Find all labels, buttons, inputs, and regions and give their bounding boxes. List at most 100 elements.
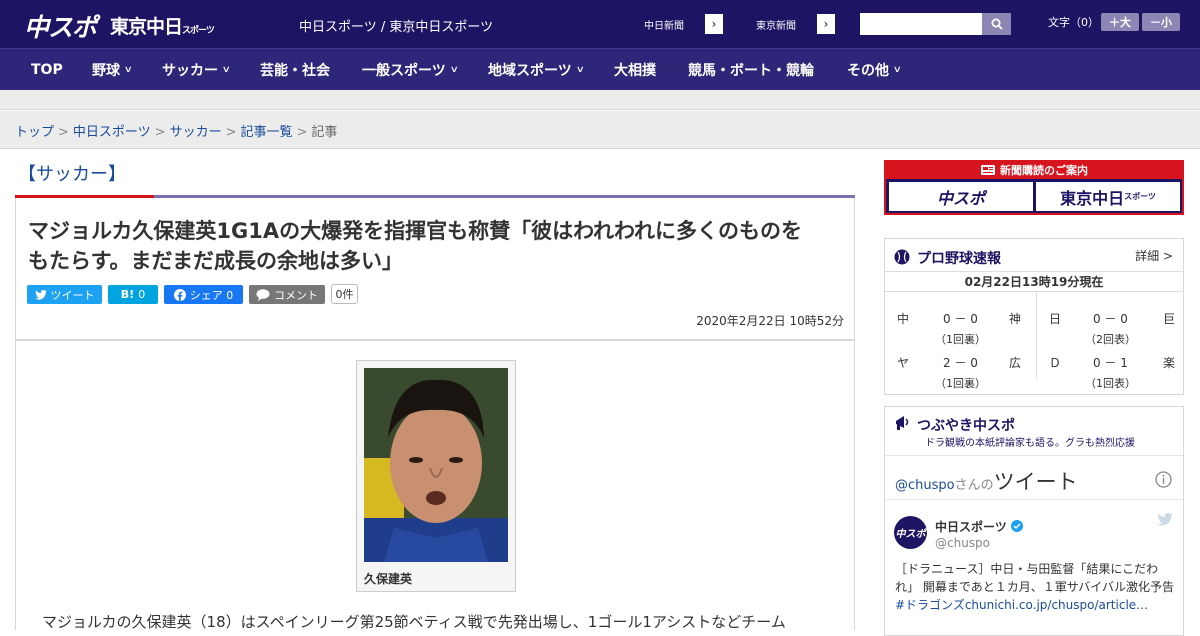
comment-icon (256, 288, 270, 301)
divider (885, 455, 1183, 456)
baseball-detail-link[interactable]: 詳細 > (1135, 247, 1173, 264)
megaphone-icon (896, 416, 909, 430)
tokyo-logo-small: スポーツ (182, 26, 215, 36)
tweets-label: ツイート (993, 470, 1078, 494)
tokyo-logo-text: 東京中日 (110, 16, 183, 38)
chunichi-shimbun-button[interactable]: 中日新聞 › (622, 13, 724, 35)
search-input[interactable] (860, 13, 982, 35)
article-body: 久保建英 マジョルカの久保建英（18）はスペインリーグ第25節ベティス戦で先発出… (15, 340, 855, 631)
player-photo[interactable] (364, 368, 508, 562)
comment-label: コメント (274, 288, 318, 302)
twitter-handle-suffix: さんの (954, 478, 994, 493)
breadcrumb-separator: > (154, 125, 166, 140)
twitter-card: つぶやき中スポ ドラ観戦の本紙評論家も語る。グラも熱烈応援 @chuspoさんの… (884, 406, 1184, 636)
info-icon[interactable] (1155, 471, 1172, 488)
game-score[interactable]: ヤ 2 － 0 広 （1回裏） (885, 349, 1033, 391)
chevron-down-icon: ∨ (123, 65, 133, 75)
nav-item-baseball[interactable]: 野球 ∨ (92, 49, 133, 91)
away-team: 楽 (1163, 356, 1176, 370)
headline-line-1: マジョルカ久保建英1G1Aの大爆発を指揮官も称賛「彼はわれわれに多くのものを (28, 219, 802, 243)
nav-item-racing[interactable]: 競馬・ボート・競輪 (688, 49, 814, 91)
baseball-title: プロ野球速報 (917, 251, 1001, 267)
home-team: Ｄ (1049, 356, 1062, 370)
avatar[interactable]: 中スポ (894, 516, 927, 549)
home-team: ヤ (897, 356, 910, 370)
verified-badge-icon (1010, 520, 1023, 532)
baseball-icon (894, 249, 910, 265)
chevron-right-icon: › (823, 17, 829, 31)
hatena-bookmark-button[interactable]: B! 0 (108, 285, 158, 304)
breadcrumb-separator: > (296, 125, 308, 140)
article-category: 【サッカー】 (18, 164, 126, 185)
nav-item-other[interactable]: その他 ∨ (847, 49, 902, 91)
search-button[interactable] (982, 13, 1011, 35)
article-header-box: マジョルカ久保建英1G1Aの大爆発を指揮官も称賛「彼はわれわれに多くのものを も… (15, 198, 855, 340)
breadcrumb-soccer[interactable]: サッカー (170, 125, 222, 140)
breadcrumb-chunichi-sports[interactable]: 中日スポーツ (73, 125, 151, 140)
breadcrumb-current: 記事 (311, 125, 338, 140)
hatena-count: 0 (138, 288, 146, 301)
hatena-icon: B! (120, 288, 135, 301)
headline-line-2: もたらす。まだまだ成長の余地は多い」 (28, 249, 404, 273)
twitter-handle-link[interactable]: @chuspo (895, 478, 955, 493)
twitter-title: つぶやき中スポ (917, 418, 1015, 434)
nav-item-soccer[interactable]: サッカー ∨ (162, 49, 231, 91)
tokyo-shimbun-button[interactable]: 東京新聞 › (734, 13, 836, 35)
score: 0 － 0 (1093, 312, 1128, 326)
subscription-banner[interactable]: 新聞購読のご案内 中スポ 東京中日 スポーツ (884, 160, 1184, 215)
search-box (860, 13, 1011, 35)
font-smaller-button[interactable]: －小 (1142, 13, 1180, 31)
facebook-share-button[interactable]: シェア 0 (164, 285, 243, 304)
chunichi-shimbun-label: 中日新聞 (623, 14, 705, 34)
baseball-scores-card: プロ野球速報 詳細 > 02月22日13時19分現在 中 0 － 0 神 （1回… (884, 238, 1184, 395)
site-name: 中日スポーツ / 東京中日スポーツ (299, 20, 494, 35)
inning: （1回表） (1085, 377, 1136, 390)
subscribe-chuspo-button[interactable]: 中スポ (889, 182, 1033, 211)
facebook-share-label: シェア 0 (189, 288, 234, 302)
chevron-down-icon: ∨ (892, 65, 902, 75)
nav-label: TOP (31, 62, 63, 78)
breadcrumb-top[interactable]: トップ (15, 125, 54, 140)
game-score[interactable]: Ｄ 0 － 1 楽 （1回表） (1037, 349, 1185, 391)
twitter-bird-icon[interactable] (1157, 513, 1173, 526)
nav-item-sumo[interactable]: 大相撲 (614, 49, 656, 91)
nav-item-entertainment[interactable]: 芸能・社会 (260, 49, 330, 91)
game-score[interactable]: 中 0 － 0 神 （1回裏） (885, 305, 1033, 347)
tokyo-chunichi-logo[interactable]: 東京中日スポーツ (110, 12, 215, 39)
breadcrumb-bar: トップ > 中日スポーツ > サッカー > 記事一覧 > 記事 (0, 111, 1200, 149)
tweet-link[interactable]: #ドラゴンズchunichi.co.jp/chuspo/article… (895, 598, 1148, 612)
chevron-down-icon: ∨ (575, 65, 585, 75)
article-date: 2020年2月22日 10時52分 (696, 314, 844, 328)
breadcrumb: トップ > 中日スポーツ > サッカー > 記事一覧 > 記事 (15, 121, 337, 140)
chuspo-logo[interactable]: 中スポ (24, 8, 97, 44)
twitter-subtitle: ドラ観戦の本紙評論家も語る。グラも熱烈応援 (925, 438, 1135, 449)
score: 0 － 0 (943, 312, 978, 326)
account-name[interactable]: 中日スポーツ (935, 518, 1023, 535)
game-score[interactable]: 日 0 － 0 巨 （2回表） (1037, 305, 1185, 347)
article-lead-text: マジョルカの久保建英（18）はスペインリーグ第25節ベティス戦で先発出場し、1ゴ… (42, 613, 786, 631)
away-team: 広 (1009, 356, 1022, 370)
comment-button[interactable]: コメント (249, 285, 325, 304)
tweet-text: ［ドラニュース］中日・与田監督「結果にこだわれ」 開幕まであと１カ月、１軍サバイ… (895, 560, 1175, 614)
font-larger-button[interactable]: ＋大 (1101, 13, 1139, 31)
tweet-body: ［ドラニュース］中日・与田監督「結果にこだわれ」 開幕まであと１カ月、１軍サバイ… (895, 562, 1174, 594)
nav-item-top[interactable]: TOP (31, 49, 63, 91)
nav-label: 芸能・社会 (260, 63, 330, 79)
nav-label: その他 (847, 63, 889, 79)
nav-label: 地域スポーツ (488, 63, 572, 79)
nav-item-general-sports[interactable]: 一般スポーツ ∨ (362, 49, 459, 91)
nav-label: 競馬・ボート・競輪 (688, 63, 814, 79)
account-name-text: 中日スポーツ (935, 520, 1007, 534)
chevron-down-icon: ∨ (449, 65, 459, 75)
subscribe-tokyo-text: 東京中日 (1060, 188, 1125, 208)
nav-label: 大相撲 (614, 63, 656, 79)
nav-item-local-sports[interactable]: 地域スポーツ ∨ (488, 49, 585, 91)
account-handle[interactable]: @chuspo (935, 536, 990, 550)
inning: （1回裏） (935, 377, 986, 390)
main-nav: TOP 野球 ∨ サッカー ∨ 芸能・社会 一般スポーツ ∨ 地域スポーツ ∨ 大相撲 … (0, 48, 1200, 90)
subscription-banner-title: 新聞購読のご案内 (884, 160, 1184, 179)
subscribe-tokyo-chunichi-button[interactable]: 東京中日 スポーツ (1036, 182, 1180, 211)
inning: （2回表） (1085, 333, 1136, 346)
breadcrumb-article-list[interactable]: 記事一覧 (241, 125, 293, 140)
tweet-button[interactable]: ツイート (27, 285, 102, 304)
